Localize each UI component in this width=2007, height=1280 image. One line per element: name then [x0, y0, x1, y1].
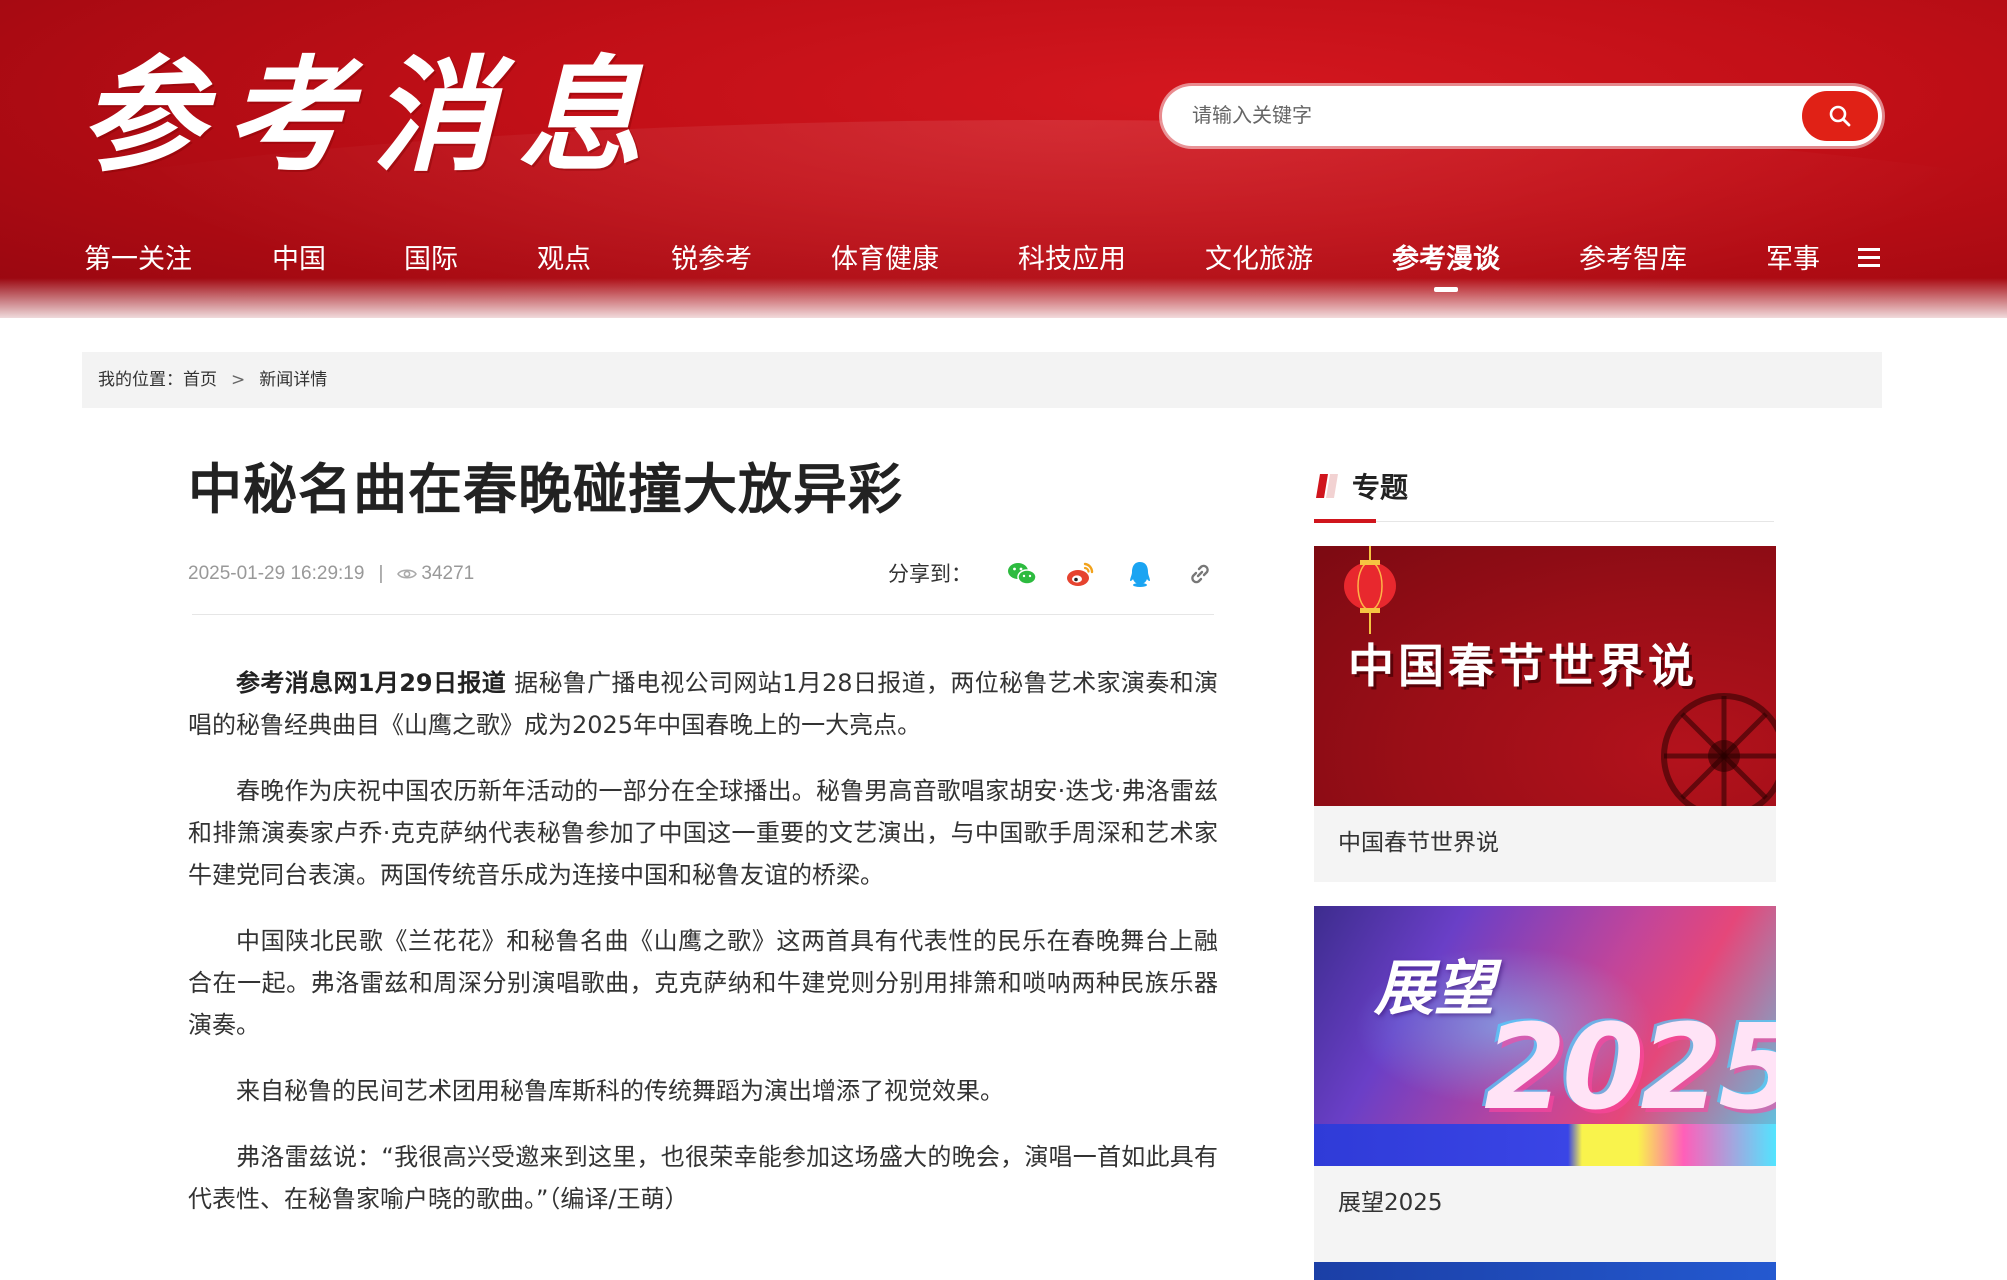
flag-icon: [1316, 474, 1338, 498]
view-count: 34271: [421, 563, 475, 584]
breadcrumb-current: 新闻详情: [259, 370, 328, 390]
search-button[interactable]: [1802, 91, 1878, 141]
sidebar-title-underline: [1314, 519, 1376, 523]
meta-divider: |: [378, 563, 384, 584]
breadcrumb-separator: >: [231, 370, 246, 390]
article-paragraph: 参考消息网1月29日报道 据秘鲁广播电视公司网站1月28日报道，两位秘鲁艺术家演…: [188, 662, 1218, 746]
article-body: 参考消息网1月29日报道 据秘鲁广播电视公司网站1月28日报道，两位秘鲁艺术家演…: [188, 662, 1218, 1244]
nav-item-sports-health[interactable]: 体育健康: [831, 240, 939, 280]
eye-icon: [397, 569, 418, 579]
article-paragraph: 来自秘鲁的民间艺术团用秘鲁库斯科的传统舞蹈为演出增添了视觉效果。: [236, 1077, 1004, 1105]
nav-item-china[interactable]: 中国: [272, 240, 326, 280]
weibo-icon[interactable]: [1064, 558, 1096, 590]
nav-item-think-tank[interactable]: 参考智库: [1579, 240, 1687, 280]
article-lead: 参考消息网1月29日报道: [236, 669, 507, 697]
nav-item-military[interactable]: 军事: [1766, 240, 1820, 280]
nav-item-international[interactable]: 国际: [404, 240, 458, 280]
main-nav: 第一关注 中国 国际 观点 锐参考 体育健康 科技应用 文化旅游 参考漫谈 参考…: [84, 240, 1904, 292]
sidebar-header: 专题: [1314, 470, 1774, 523]
image-color-band: [1314, 1124, 1776, 1166]
article-paragraph: 中国陕北民歌《兰花花》和秘鲁名曲《山鹰之歌》这两首具有代表性的民乐在春晚舞台上融…: [188, 927, 1218, 1039]
topic-card-partial[interactable]: [1314, 1262, 1776, 1280]
lantern-icon: [1344, 546, 1396, 634]
search-bar: [1162, 86, 1882, 146]
topic-image-year: 2025: [1484, 998, 1776, 1136]
nav-item-rui-cankao[interactable]: 锐参考: [671, 240, 752, 280]
wheel-decoration: [1661, 693, 1776, 806]
topic-card-spring-festival[interactable]: 中国春节世界说 中国春节世界说: [1314, 546, 1776, 882]
breadcrumb-prefix: 我的位置：: [98, 370, 183, 390]
article-paragraph: 春晚作为庆祝中国农历新年活动的一部分在全球播出。秘鲁男高音歌唱家胡安·迭戈·弗洛…: [188, 777, 1218, 889]
header-fade: [0, 278, 2007, 318]
article-meta: 2025-01-29 16:29:19 | 34271: [188, 558, 474, 590]
topic-image-outlook-2025: 展望 2025: [1314, 906, 1776, 1166]
topic-card-outlook-2025[interactable]: 展望 2025 展望2025: [1314, 906, 1776, 1280]
article-divider: [192, 614, 1214, 615]
nav-item-tech[interactable]: 科技应用: [1018, 240, 1126, 280]
nav-item-opinion[interactable]: 观点: [537, 240, 591, 280]
site-logo[interactable]: 参考消息: [80, 42, 642, 192]
menu-icon[interactable]: [1858, 248, 1882, 272]
share-label: 分享到：: [888, 562, 972, 586]
breadcrumb-home-link[interactable]: 首页: [183, 370, 217, 390]
topic-caption[interactable]: 中国春节世界说: [1314, 806, 1776, 880]
wechat-icon[interactable]: [1006, 558, 1038, 590]
topic-image-spring-festival: 中国春节世界说: [1314, 546, 1776, 806]
topic-image-script: 展望: [1374, 954, 1494, 1024]
sidebar-title: 专题: [1352, 471, 1409, 504]
topic-image-title: 中国春节世界说: [1348, 639, 1698, 693]
qq-icon[interactable]: [1124, 558, 1156, 590]
publish-datetime: 2025-01-29 16:29:19: [188, 563, 365, 584]
breadcrumb: 我的位置：首页 > 新闻详情: [82, 352, 1882, 408]
search-icon: [1829, 105, 1851, 127]
nav-item-first-focus[interactable]: 第一关注: [84, 240, 192, 280]
topic-caption[interactable]: 展望2025: [1314, 1166, 1776, 1240]
nav-item-cankao-mantan[interactable]: 参考漫谈: [1392, 240, 1500, 292]
nav-item-culture-travel[interactable]: 文化旅游: [1205, 240, 1313, 280]
article-title: 中秘名曲在春晚碰撞大放异彩: [188, 458, 903, 521]
article-paragraph: 弗洛雷兹说：“我很高兴受邀来到这里，也很荣幸能参加这场盛大的晚会，演唱一首如此具…: [188, 1143, 1218, 1213]
link-icon[interactable]: [1184, 558, 1216, 590]
site-header: 参考消息 第一关注 中国 国际 观点 锐参考 体育健康 科技应用 文化旅游 参考…: [0, 0, 2007, 318]
search-input[interactable]: [1192, 86, 1752, 146]
